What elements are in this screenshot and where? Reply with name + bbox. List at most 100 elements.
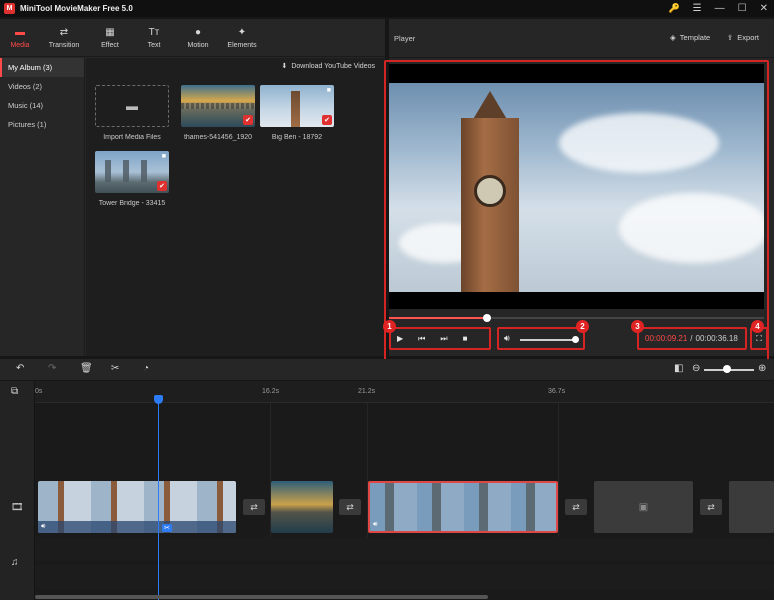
playback-progress-bar[interactable] (389, 314, 764, 322)
volume-slider[interactable] (520, 339, 575, 341)
sidebar-item-music[interactable]: Music (14) (0, 96, 84, 115)
motion-icon: ● (194, 26, 202, 38)
thumbnail-image: ■ ✔ (95, 151, 169, 193)
import-folder-icon: ▬ (95, 85, 169, 127)
media-item-big-ben[interactable]: ■ ✔ Big Ben - 18792 (260, 85, 334, 141)
redo-icon[interactable]: ↷ (48, 363, 56, 374)
ruler-tick: 21.2s (358, 388, 376, 395)
playback-controls: ▶ ⏮ ⏭ ■ (389, 327, 491, 350)
zoom-out-icon[interactable]: ⊖ (692, 363, 700, 374)
transition-slot[interactable]: ⇄ (700, 499, 722, 515)
tab-motion[interactable]: ● Motion (176, 19, 220, 57)
music-track-2[interactable] (35, 565, 774, 589)
video-frame-image (389, 83, 764, 292)
thumbnail-image: ■ ✔ (260, 85, 334, 127)
transition-slot[interactable]: ⇄ (339, 499, 361, 515)
thumbnail-image: ✔ (181, 85, 255, 127)
undo-icon[interactable]: ↶ (16, 363, 24, 374)
media-grid: ⬇ Download YouTube Videos ▬ Import Media… (86, 58, 385, 356)
tab-elements[interactable]: ✦ Elements (220, 19, 264, 57)
zoom-handle[interactable] (722, 365, 731, 373)
import-media-label: Import Media Files (103, 134, 161, 141)
video-track-icon: 🎞︎ (11, 502, 24, 513)
tab-label: Transition (48, 41, 80, 49)
tab-label: Text (147, 41, 161, 49)
playhead-handle[interactable] (154, 395, 163, 404)
video-preview (389, 64, 764, 309)
media-item-tower-bridge[interactable]: ■ ✔ Tower Bridge - 33415 (95, 151, 169, 207)
fit-timeline-icon[interactable]: ◧ (674, 363, 683, 374)
tab-effect[interactable]: ▦ Effect (88, 19, 132, 57)
time-separator: / (690, 334, 693, 343)
text-icon: Tт (148, 26, 160, 38)
ruler-tick: 0s (35, 388, 43, 395)
media-item-name: thames-541456_1920 (183, 134, 253, 141)
album-sidebar: My Album (3) Videos (2) Music (14) Pictu… (0, 58, 85, 356)
tab-text[interactable]: Tт Text (132, 19, 176, 57)
timeline-scrollbar[interactable] (35, 595, 488, 599)
split-icon[interactable]: ✂ (111, 363, 119, 374)
media-item-thames[interactable]: ✔ thames-541456_1920 (181, 85, 255, 141)
menu-icon[interactable]: ☰ (693, 3, 702, 14)
template-button[interactable]: ◈ Template (670, 33, 710, 42)
zoom-in-icon[interactable]: ⊕ (758, 363, 766, 374)
volume-handle[interactable] (572, 336, 579, 343)
music-track[interactable] (35, 537, 774, 561)
transition-slot[interactable]: ⇄ (565, 499, 587, 515)
empty-clip-slot[interactable] (729, 481, 774, 533)
tab-label: Motion (187, 41, 209, 49)
download-youtube-button[interactable]: ⬇ Download YouTube Videos (281, 62, 375, 71)
sidebar-item-pictures[interactable]: Pictures (1) (0, 115, 84, 134)
maximize-button[interactable]: ☐ (738, 3, 747, 14)
tab-transition[interactable]: ⇄ Transition (40, 19, 88, 57)
ruler-tick: 16.2s (262, 388, 280, 395)
video-clip-big-ben[interactable]: 🔊︎ ✂ (38, 481, 236, 533)
tab-media[interactable]: ▬ Media (0, 19, 40, 57)
title-bar: M MiniTool MovieMaker Free 5.0 🔑 ☰ — ☐ ✕ (0, 0, 774, 17)
speed-icon[interactable]: ◔ (143, 363, 149, 374)
add-track-icon[interactable]: ⧉ (11, 386, 18, 397)
close-button[interactable]: ✕ (760, 3, 768, 14)
add-clip-icon: ▣ (638, 501, 649, 513)
import-media-button[interactable]: ▬ Import Media Files (95, 85, 169, 141)
playhead[interactable] (158, 397, 159, 600)
play-button[interactable]: ▶ (397, 334, 403, 343)
image-clip-thames[interactable] (271, 481, 333, 533)
music-track-icon: ♫ (11, 557, 19, 568)
total-time: 00:00:36.18 (695, 334, 738, 343)
stop-button[interactable]: ■ (463, 334, 468, 343)
check-icon: ✔ (322, 115, 332, 125)
transition-slot[interactable]: ⇄ (243, 499, 265, 515)
transition-icon: ⇄ (59, 26, 69, 38)
sidebar-item-videos[interactable]: Videos (2) (0, 77, 84, 96)
export-button[interactable]: ⇪ Export (727, 33, 759, 42)
time-display: 00:00:09.21 / 00:00:36.18 (637, 327, 747, 350)
check-icon: ✔ (157, 181, 167, 191)
tab-label: Effect (101, 41, 119, 49)
minimize-button[interactable]: — (715, 3, 725, 14)
player-panel: Player ◈ Template ⇪ Export ▶ ⏮ ⏭ ■ 1 🔊︎ … (383, 19, 774, 363)
media-item-name: Big Ben - 18792 (271, 134, 323, 141)
progress-handle[interactable] (482, 314, 491, 322)
app-logo-icon: M (4, 3, 15, 14)
empty-clip-slot[interactable]: ▣ (594, 481, 693, 533)
time-ruler[interactable]: 0s 16.2s 21.2s 36.7s (35, 381, 774, 403)
audio-icon: 🔊︎ (41, 523, 46, 530)
activate-key-icon[interactable]: 🔑 (668, 3, 679, 14)
player-highlight-frame: ▶ ⏮ ⏭ ■ 1 🔊︎ 2 00:00:09.21 / 00:00:36.18… (383, 60, 769, 363)
fullscreen-icon[interactable]: ⛶ (756, 334, 762, 344)
track-headers: ⧉ 🎞︎ ♫ (0, 381, 35, 600)
split-marker-icon[interactable]: ✂ (162, 524, 172, 532)
delete-icon[interactable]: 🗑︎ (80, 363, 93, 374)
player-header: Player (389, 19, 774, 58)
progress-fill (389, 317, 487, 319)
previous-frame-button[interactable]: ⏮ (418, 334, 425, 344)
volume-icon[interactable]: 🔊︎ (504, 333, 510, 344)
callout-badge-3: 3 (631, 320, 644, 333)
sidebar-item-my-album[interactable]: My Album (3) (0, 58, 84, 77)
download-icon: ⬇ (281, 63, 288, 70)
video-clip-tower-bridge[interactable]: 🔊︎ (368, 481, 558, 533)
media-item-name: Tower Bridge - 33415 (98, 200, 166, 207)
next-frame-button[interactable]: ⏭ (440, 334, 447, 344)
effect-icon: ▦ (105, 26, 115, 38)
